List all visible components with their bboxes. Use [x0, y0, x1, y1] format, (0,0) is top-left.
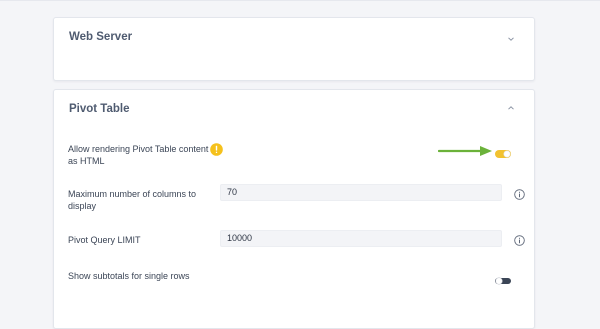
info-circle-icon[interactable]	[514, 233, 525, 246]
info-circle-icon[interactable]	[514, 187, 525, 200]
web-server-section[interactable]: Web Server	[53, 17, 535, 81]
max-columns-label-line2: display	[68, 201, 97, 211]
allow-html-label-line2: as HTML	[68, 156, 105, 166]
allow-html-toggle[interactable]	[495, 145, 511, 158]
exclamation-circle-icon	[210, 143, 223, 156]
allow-html-label-line1: Allow rendering Pivot Table content	[68, 144, 209, 154]
subtotals-label: Show subtotals for single rows	[68, 271, 190, 281]
allow-html-label: Allow rendering Pivot Table content as H…	[68, 143, 208, 167]
query-limit-label: Pivot Query LIMIT	[68, 235, 141, 245]
pivot-table-title: Pivot Table	[69, 103, 130, 115]
max-columns-label-line1: Maximum number of columns to	[68, 189, 197, 199]
annotation-arrow-icon	[437, 144, 494, 156]
top-divider	[0, 0, 600, 1]
max-columns-label: Maximum number of columns to display	[68, 188, 196, 212]
web-server-title: Web Server	[69, 31, 133, 43]
subtotals-toggle[interactable]	[495, 272, 511, 285]
query-limit-input[interactable]: 10000	[220, 230, 502, 247]
chevron-up-icon[interactable]	[507, 104, 515, 112]
max-columns-input[interactable]: 70	[220, 184, 502, 201]
chevron-down-icon[interactable]	[507, 35, 515, 43]
